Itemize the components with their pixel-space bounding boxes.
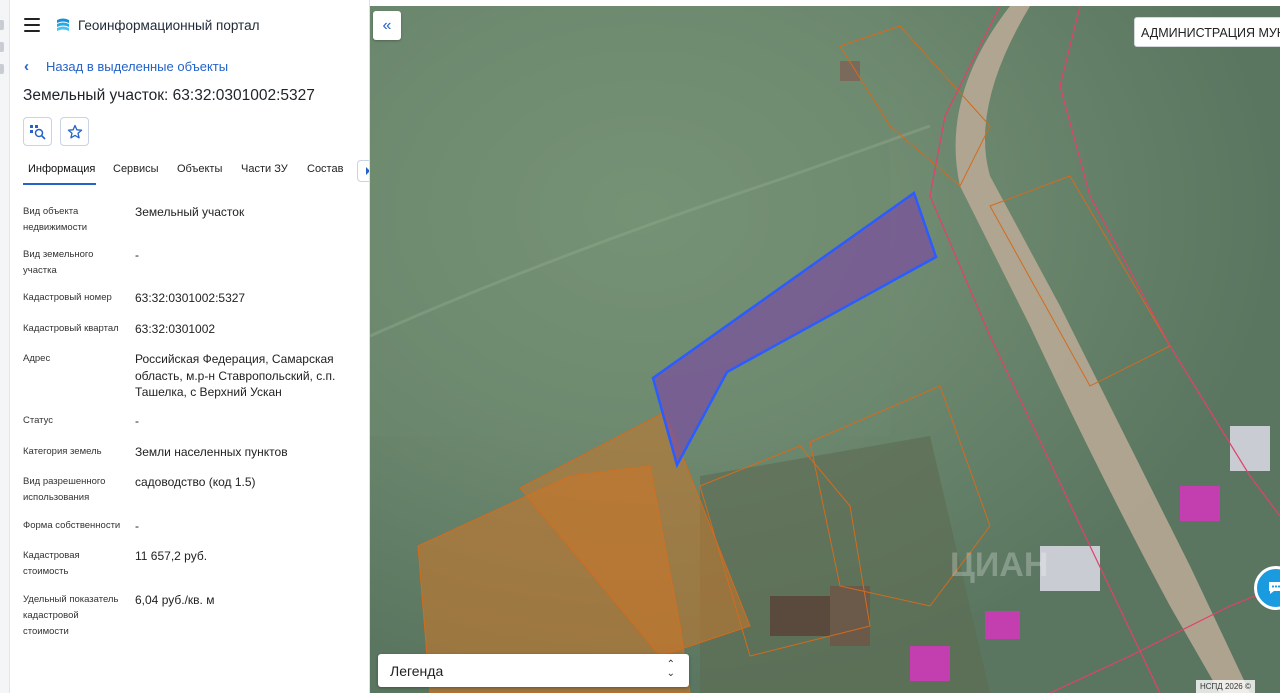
building-roof xyxy=(1180,486,1220,521)
tab-bar: Информация Сервисы Объекты Части ЗУ Сост… xyxy=(23,158,369,186)
edge-handle xyxy=(0,64,4,74)
zoom-to-object-button[interactable] xyxy=(23,117,52,146)
attribute-value: садоводство (код 1.5) xyxy=(135,475,256,489)
left-edge-strip xyxy=(0,0,10,693)
attribute-label: Категория земель xyxy=(23,446,102,457)
field-area xyxy=(370,6,890,436)
favorite-button[interactable] xyxy=(60,117,89,146)
attribute-label: Вид объекта недвижимости xyxy=(23,206,88,233)
tab-objects[interactable]: Объекты xyxy=(177,163,222,175)
star-icon xyxy=(67,124,82,138)
map-attribution: НСПД 2026 © xyxy=(1196,680,1255,693)
zoom-to-object-icon xyxy=(29,124,46,140)
building-roof xyxy=(1040,546,1100,591)
building-roof xyxy=(985,611,1020,639)
watermark: ЦИАН xyxy=(950,546,1049,584)
attribute-value: 63:32:0301002 xyxy=(135,322,216,336)
chat-icon xyxy=(1269,582,1280,594)
tab-land-parts[interactable]: Части ЗУ xyxy=(241,163,288,175)
map-canvas[interactable]: ЦИАН xyxy=(370,6,1280,693)
attribute-label: Вид земельного участка xyxy=(23,249,94,276)
building-roof xyxy=(830,586,870,646)
attribute-value: 11 657,2 руб. xyxy=(135,549,208,563)
attribute-label: Адрес xyxy=(23,353,51,364)
up-down-chevron-icon: ⌃ ⌄ xyxy=(666,659,675,679)
attribute-value: - xyxy=(135,414,139,428)
attribute-value: - xyxy=(135,248,139,262)
tab-services[interactable]: Сервисы xyxy=(113,163,159,175)
attribute-label: Удельный показатель кадастровой стоимост… xyxy=(23,594,119,637)
chevron-left-icon: ‹ xyxy=(24,58,29,75)
tab-information[interactable]: Информация xyxy=(28,163,95,175)
building-roof xyxy=(910,646,950,681)
double-chevron-left-icon: « xyxy=(382,16,392,34)
attribute-label: Кадастровый номер xyxy=(23,292,112,303)
info-panel: Геоинформационный портал ‹ Назад в выдел… xyxy=(10,0,370,693)
building-roof xyxy=(840,61,860,81)
attribute-value: - xyxy=(135,519,139,533)
legend-label: Легенда xyxy=(390,663,444,679)
active-tab-indicator xyxy=(23,183,96,185)
attribute-label: Кадастровый квартал xyxy=(23,323,119,334)
panel-header: Геоинформационный портал xyxy=(10,0,369,50)
tab-composition[interactable]: Состав xyxy=(307,163,343,175)
building-roof xyxy=(1230,426,1270,471)
attribute-value: 6,04 руб./кв. м xyxy=(135,593,215,607)
attribute-label: Форма собственности xyxy=(23,520,121,531)
tabs-scroll-right-button[interactable] xyxy=(357,160,369,182)
attribute-label: Кадастровая стоимость xyxy=(23,550,80,577)
legend-dropdown[interactable]: Легенда ⌃ ⌄ xyxy=(378,654,689,687)
building-roof xyxy=(770,596,830,636)
collapse-panel-button[interactable]: « xyxy=(373,11,401,40)
back-to-selection-link[interactable]: ‹ Назад в выделенные объекты xyxy=(24,58,228,75)
back-link-label: Назад в выделенные объекты xyxy=(46,59,229,74)
attribute-value: Земельный участок xyxy=(135,205,245,219)
object-title: Земельный участок: 63:32:0301002:5327 xyxy=(23,87,315,104)
attribute-label: Статус xyxy=(23,415,54,426)
portal-logo-icon xyxy=(57,18,69,31)
attribute-label: Вид разрешенного использования xyxy=(23,476,106,503)
attribute-value: 63:32:0301002:5327 xyxy=(135,291,246,305)
edge-handle xyxy=(0,42,4,52)
satellite-map xyxy=(370,6,1280,693)
attribute-value: Земли населенных пунктов xyxy=(135,445,288,459)
edge-handle xyxy=(0,20,4,30)
admin-layer-button[interactable]: АДМИНИСТРАЦИЯ МУНИ xyxy=(1134,17,1280,47)
hamburger-icon[interactable] xyxy=(24,18,40,32)
app-title: Геоинформационный портал xyxy=(78,18,260,33)
attribute-value: Российская Федерация, Самарская область,… xyxy=(135,352,336,399)
